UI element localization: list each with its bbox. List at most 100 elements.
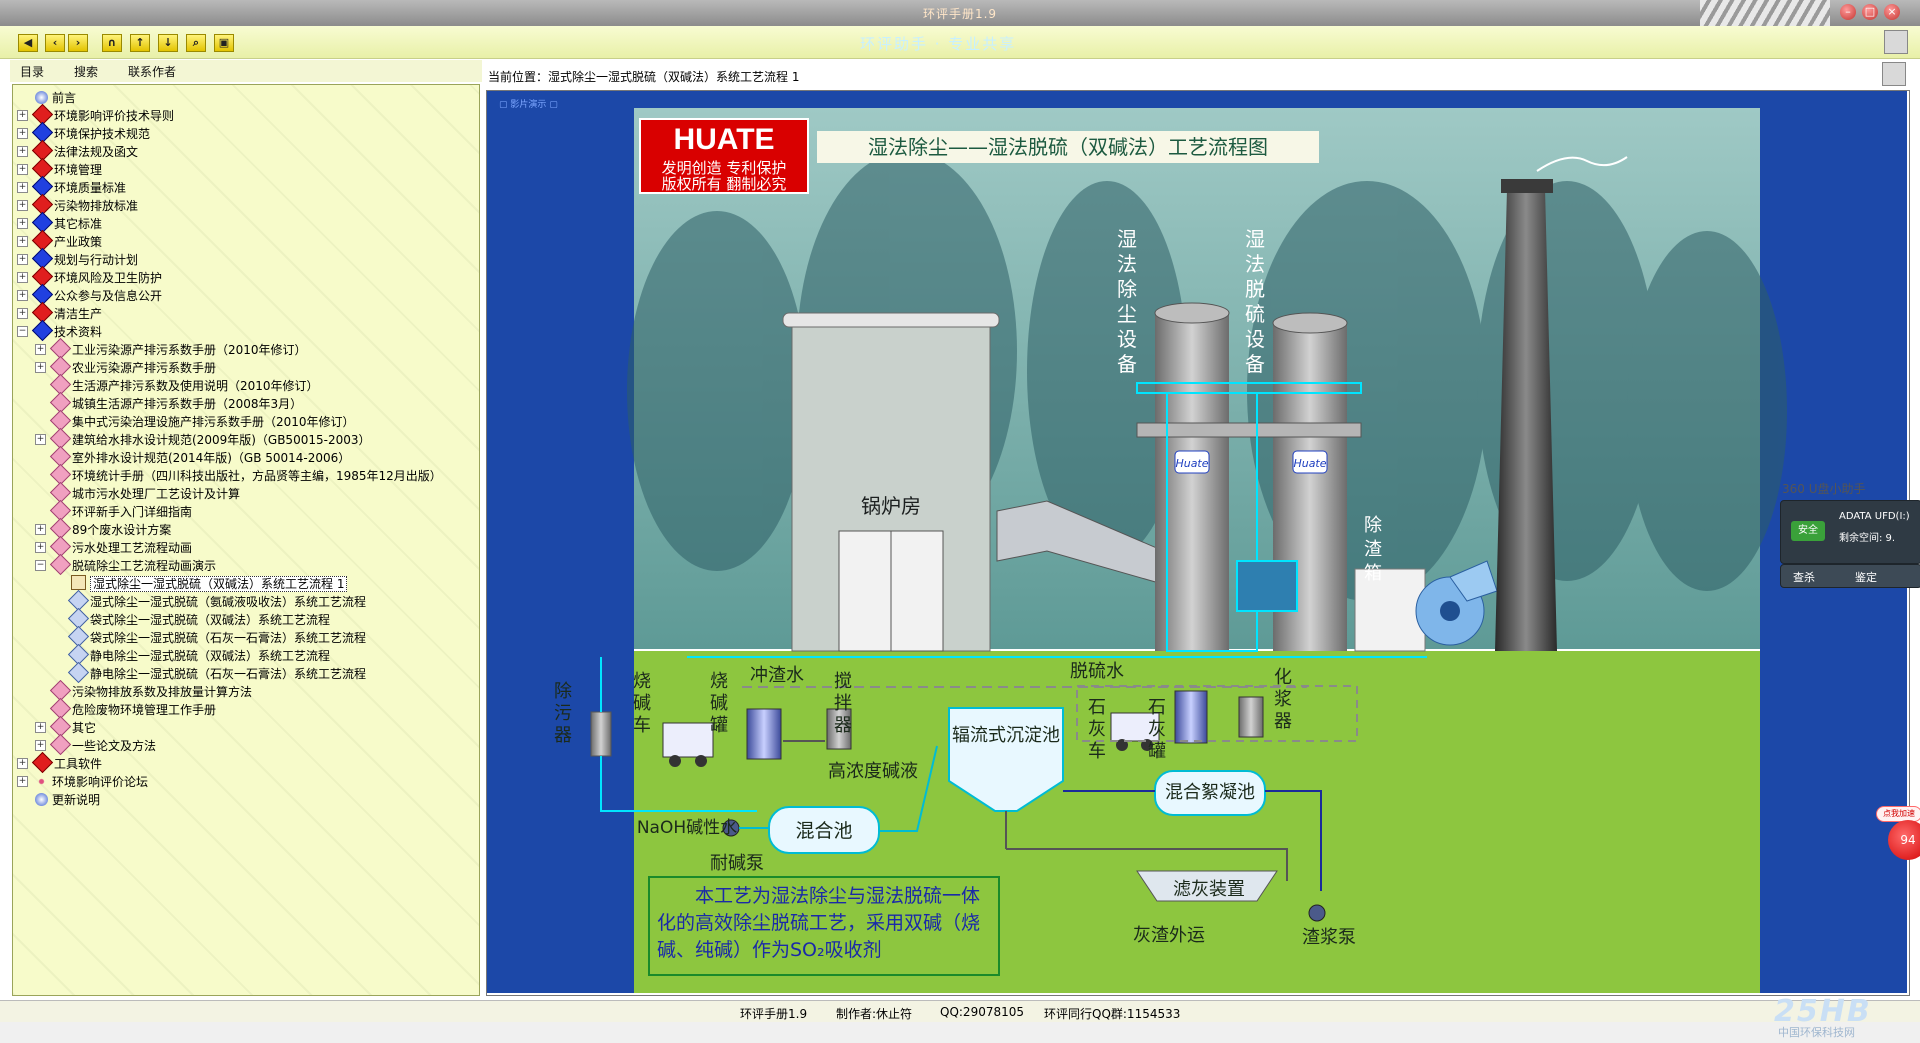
status-qq: QQ:29078105 xyxy=(940,1005,1025,1019)
expand-icon[interactable]: + xyxy=(17,776,28,787)
tree-item[interactable]: 袋式除尘一湿式脱硫（双碱法）系统工艺流程 xyxy=(67,607,330,630)
tree-item[interactable]: + 污染物排放标准 xyxy=(17,193,138,216)
tree-item[interactable]: 危险废物环境管理工作手册 xyxy=(49,697,216,720)
tree-item[interactable]: + 清洁生产 xyxy=(17,301,102,324)
tree-item[interactable]: 静电除尘一湿式脱硫（双碱法）系统工艺流程 xyxy=(67,643,330,666)
expand-icon[interactable]: + xyxy=(35,344,46,355)
tree-item[interactable]: 集中式污染治理设施产排污系数手册（2010年修订） xyxy=(49,409,355,432)
expand-icon[interactable]: + xyxy=(17,272,28,283)
tree-item[interactable]: 湿式除尘一湿式脱硫（双碱法）系统工艺流程 1 xyxy=(71,575,348,593)
svg-text:碱: 碱 xyxy=(633,693,651,714)
tree-item[interactable]: − 技术资料 xyxy=(17,319,102,342)
tree-item[interactable]: 生活源产排污系数及使用说明（2010年修订） xyxy=(49,373,319,396)
collapse-icon[interactable]: − xyxy=(17,326,28,337)
down-icon[interactable]: ↓ xyxy=(158,34,178,52)
tree-item[interactable]: + 环境影响评价论坛 xyxy=(17,773,148,791)
scan-button[interactable]: 查杀 xyxy=(1793,569,1815,585)
tree-item[interactable]: 城镇生活源产排污系数手册（2008年3月） xyxy=(49,391,302,414)
speedup-tip[interactable]: 点我加速 xyxy=(1876,806,1920,822)
first-page-icon[interactable]: ◀ xyxy=(18,34,38,52)
identify-button[interactable]: 鉴定 xyxy=(1855,569,1877,585)
tree-item[interactable]: + 产业政策 xyxy=(17,229,102,252)
minimize-button[interactable]: – xyxy=(1840,4,1856,20)
expand-icon[interactable]: + xyxy=(17,290,28,301)
tree-item[interactable]: 污染物排放系数及排放量计算方法 xyxy=(49,679,252,702)
expand-icon[interactable]: + xyxy=(17,182,28,193)
svg-text:石: 石 xyxy=(1148,697,1166,718)
tree-item[interactable]: + 工业污染源产排污系数手册（2010年修订） xyxy=(35,337,307,360)
tree-item[interactable]: + 建筑给水排水设计规范(2009年版)（GB50015-2003） xyxy=(35,427,370,450)
svg-text:拌: 拌 xyxy=(834,693,852,714)
expand-icon[interactable]: + xyxy=(35,524,46,535)
tree-item[interactable]: + 环境保护技术规范 xyxy=(17,121,150,144)
expand-icon[interactable]: + xyxy=(17,758,28,769)
tab-search[interactable]: 搜索 xyxy=(74,63,98,80)
expand-icon[interactable]: + xyxy=(17,128,28,139)
tree-item[interactable]: 室外排水设计规范(2014年版)（GB 50014-2006） xyxy=(49,445,350,468)
maximize-button[interactable]: □ xyxy=(1862,4,1878,20)
expand-icon[interactable]: + xyxy=(17,164,28,175)
tree-item[interactable]: + 污水处理工艺流程动画 xyxy=(35,535,192,558)
book-icon xyxy=(71,575,86,590)
expand-icon[interactable]: + xyxy=(35,362,46,373)
print-icon[interactable]: ▣ xyxy=(214,34,234,52)
tree-item[interactable]: 城市污水处理厂工艺设计及计算 xyxy=(49,481,240,504)
tree-item-label: 前言 xyxy=(52,91,77,105)
expand-icon[interactable]: + xyxy=(17,110,28,121)
fullscreen-icon[interactable] xyxy=(1882,62,1906,86)
forward-icon[interactable]: › xyxy=(68,34,88,52)
tree-item[interactable]: 环境统计手册（四川科技出版社，方品贤等主编，1985年12月出版） xyxy=(49,463,442,486)
close-button[interactable]: × xyxy=(1884,4,1900,20)
expand-icon[interactable]: + xyxy=(17,308,28,319)
tree-item[interactable]: + 农业污染源产排污系数手册 xyxy=(35,355,216,378)
expand-icon[interactable]: + xyxy=(35,740,46,751)
avatar[interactable] xyxy=(1884,30,1908,54)
home-icon[interactable]: ∩ xyxy=(102,34,122,52)
speedup-ball[interactable]: 94 xyxy=(1888,820,1920,860)
left-tabs: 目录 搜索 联系作者 xyxy=(10,60,482,82)
up-icon[interactable]: ↑ xyxy=(130,34,150,52)
status-author: 制作者:休止符 xyxy=(836,1007,913,1021)
expand-icon[interactable]: + xyxy=(17,236,28,247)
logo-text: HUATE xyxy=(673,123,774,156)
expand-icon[interactable]: + xyxy=(17,146,28,157)
tree-item[interactable]: + 环境风险及卫生防护 xyxy=(17,265,162,288)
tree-item[interactable]: +89个废水设计方案 xyxy=(35,517,171,540)
tree-item[interactable]: 更新说明 xyxy=(35,791,100,809)
tab-contents[interactable]: 目录 xyxy=(20,63,44,80)
expand-icon[interactable]: + xyxy=(35,542,46,553)
expand-icon[interactable]: + xyxy=(35,434,46,445)
collapse-icon[interactable]: − xyxy=(35,560,46,571)
expand-icon[interactable]: + xyxy=(17,254,28,265)
tree-item[interactable]: 环评新手入门详细指南 xyxy=(49,499,192,522)
svg-text:Huate: Huate xyxy=(1175,457,1208,470)
search-icon[interactable]: ⌕ xyxy=(186,34,206,52)
usb-assistant-widget[interactable]: 360 U盘小助手 安全 ADATA UFD(I:) 剩余空间: 9. 查杀 鉴… xyxy=(1780,476,1920,590)
tree-item[interactable]: + 环境影响评价技术导则 xyxy=(17,103,174,126)
back-icon[interactable]: ‹ xyxy=(45,34,65,52)
tree-item[interactable]: + 规划与行动计划 xyxy=(17,247,138,270)
tree-item[interactable]: + 工具软件 xyxy=(17,751,102,774)
expand-icon[interactable]: + xyxy=(17,218,28,229)
animation-stage: ▢ 影片演示 ▢ HUATE 发明创造 专利保护 版权所有 翻制必究 湿法除尘—… xyxy=(487,91,1907,993)
expand-icon[interactable]: + xyxy=(17,200,28,211)
tab-contact[interactable]: 联系作者 xyxy=(128,63,176,80)
tree-item[interactable]: 湿式除尘一湿式脱硫（氨碱液吸收法）系统工艺流程 xyxy=(67,589,366,612)
tree-item[interactable]: + 公众参与及信息公开 xyxy=(17,283,162,306)
slurry-pump-label: 渣浆泵 xyxy=(1302,927,1356,948)
svg-text:法: 法 xyxy=(1245,252,1265,276)
tree-item[interactable]: 袋式除尘一湿式脱硫（石灰一石膏法）系统工艺流程 xyxy=(67,625,366,648)
site-watermark: 25HB 中国环保科技网 xyxy=(1774,994,1920,1040)
tree-item[interactable]: + 一些论文及方法 xyxy=(35,733,156,756)
tree-item[interactable]: 静电除尘一湿式脱硫（石灰一石膏法）系统工艺流程 xyxy=(67,661,366,684)
expand-icon[interactable]: + xyxy=(35,722,46,733)
tree-item-label: 环境管理 xyxy=(54,163,103,177)
tree-item[interactable]: + 环境质量标准 xyxy=(17,175,127,198)
tree-item-label: 其它 xyxy=(72,721,97,735)
tree-item[interactable]: + 法律法规及函文 xyxy=(17,139,138,162)
tree-item-label: 环境质量标准 xyxy=(54,181,127,195)
tree-item[interactable]: − 脱硫除尘工艺流程动画演示 xyxy=(35,553,216,576)
tree-item[interactable]: + 环境管理 xyxy=(17,157,103,180)
directory-tree[interactable]: 前言 + 环境影响评价技术导则 + 环境保护技术规范 + 法律法规及函文 + 环境管理 + 环境质量… xyxy=(12,84,480,996)
tree-item[interactable]: + 其它标准 xyxy=(17,211,102,234)
